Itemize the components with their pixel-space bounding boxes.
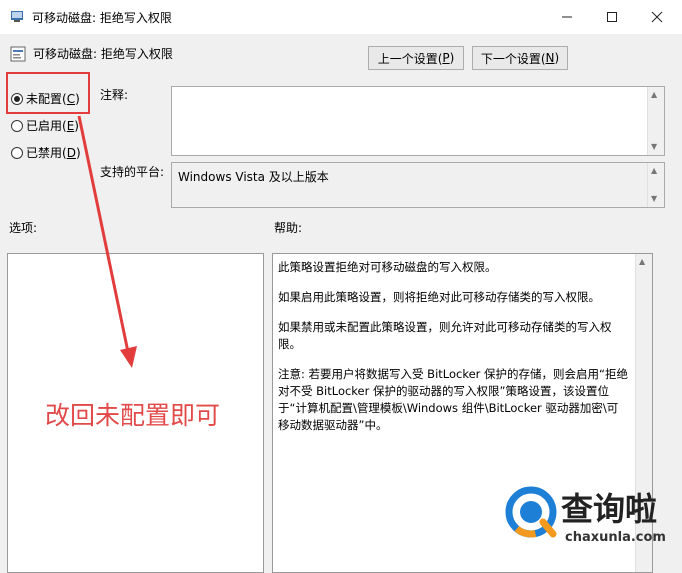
watermark-url: chaxunla.com (565, 530, 666, 545)
watermark: 查询啦 chaxunla.com (505, 480, 675, 560)
watermark-logo-icon (505, 486, 557, 538)
watermark-brand: 查询啦 (561, 490, 658, 528)
annotation-text: 改回未配置即可 (45, 401, 221, 430)
